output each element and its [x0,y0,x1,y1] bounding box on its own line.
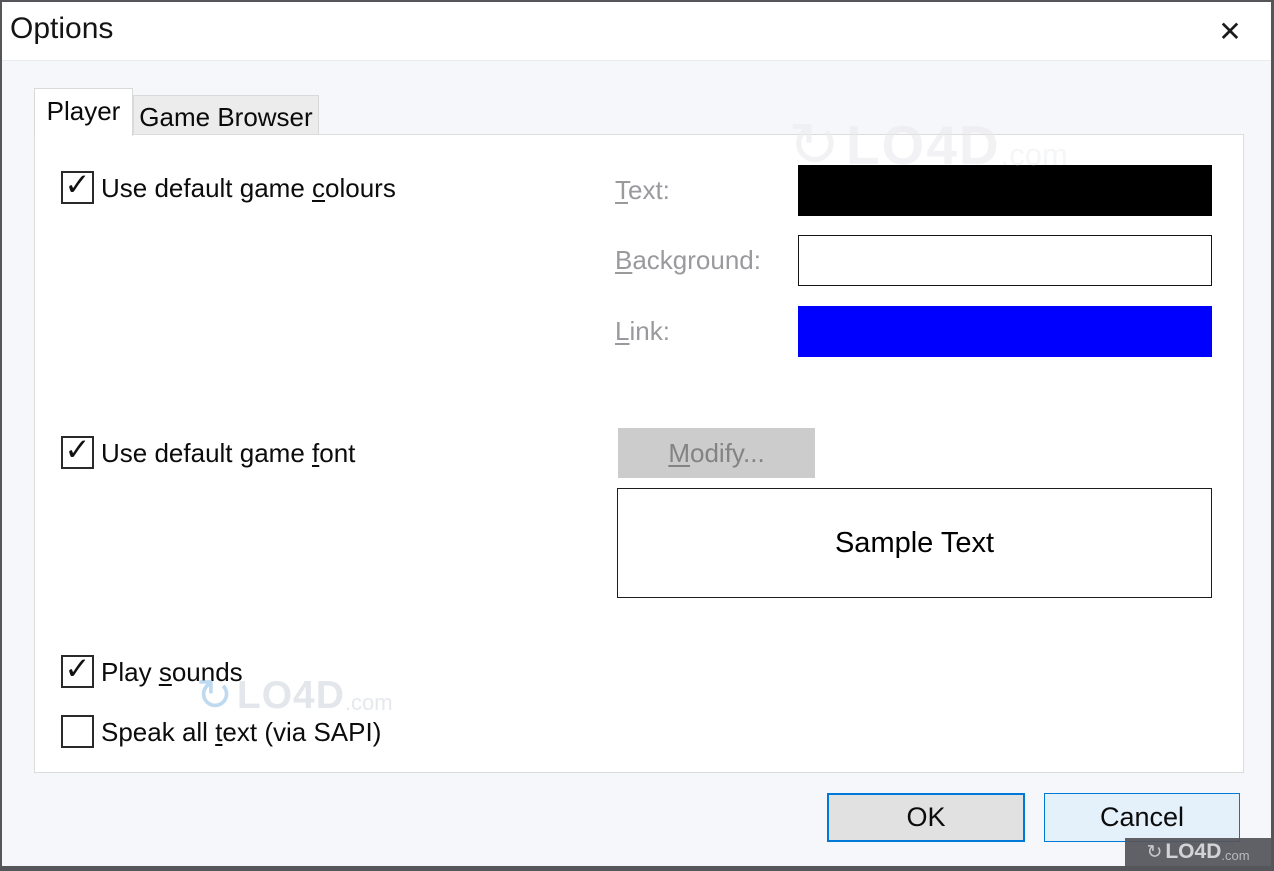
tab-player[interactable]: Player [34,88,133,136]
tab-player-label: Player [46,96,121,126]
use-default-font-checkbox[interactable]: ✓ [61,432,94,469]
window-title: Options [10,12,114,45]
options-dialog: Options ✕ Player Game Browser ✓ Use defa… [0,0,1274,871]
player-tab-panel: ✓ Use default game colours Text: Backgro… [34,134,1244,773]
use-default-colours-label[interactable]: Use default game colours [101,175,396,201]
watermark-bottom-right: ↻ LO4D .com [1125,838,1271,866]
link-colour-label: Link: [615,316,670,346]
text-colour-label: Text: [615,175,670,205]
checkmark-icon: ✓ [64,651,91,686]
speak-all-text-label[interactable]: Speak all text (via SAPI) [101,719,381,745]
lo4d-logo-icon: ↻ [1146,841,1163,863]
cancel-button[interactable]: Cancel [1044,793,1240,842]
play-sounds-checkbox[interactable]: ✓ [61,651,94,688]
speak-all-text-checkbox[interactable] [61,715,94,748]
title-bar: Options ✕ [2,2,1271,61]
play-sounds-label[interactable]: Play sounds [101,659,243,685]
use-default-colours-checkbox[interactable]: ✓ [61,167,94,204]
checkmark-icon: ✓ [64,167,91,202]
sample-text: Sample Text [834,526,995,559]
text-colour-swatch[interactable] [798,165,1212,216]
use-default-font-label[interactable]: Use default game font [101,440,355,466]
modify-font-button[interactable]: Modify... [618,428,815,478]
font-sample-preview: Sample Text [617,488,1212,598]
checkmark-icon: ✓ [64,432,91,467]
tab-game-browser[interactable]: Game Browser [133,95,319,134]
link-colour-swatch[interactable] [798,306,1212,357]
ok-button[interactable]: OK [827,793,1025,842]
tab-game-browser-label: Game Browser [139,102,313,132]
close-icon[interactable]: ✕ [1205,8,1255,54]
background-colour-swatch[interactable] [798,235,1212,286]
background-colour-label: Background: [615,245,761,275]
